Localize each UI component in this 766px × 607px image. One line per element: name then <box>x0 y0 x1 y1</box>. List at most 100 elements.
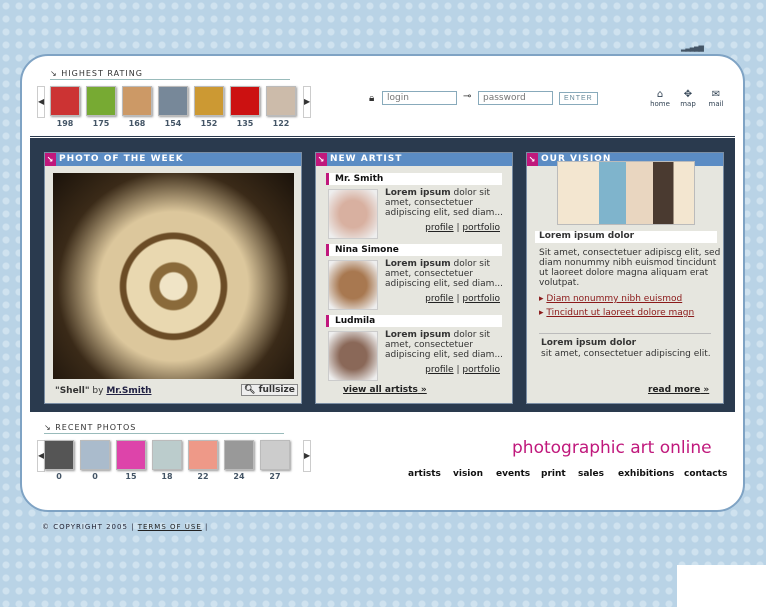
map-icon: ✥ <box>683 89 693 100</box>
signal-bars-icon: ▂▃▄▅▆ <box>681 44 704 52</box>
read-more-text: read more <box>648 385 701 395</box>
rated-photo-thumb[interactable] <box>158 86 188 116</box>
vision-link-1[interactable]: ▸ Diam nonummy nibh euismod <box>539 294 682 304</box>
rated-photo-thumb[interactable] <box>122 86 152 116</box>
vision-link-2[interactable]: ▸ Tincidunt ut laoreet dolore magn <box>539 308 694 318</box>
recent-photo-thumb[interactable] <box>260 440 290 470</box>
artist-avatar[interactable] <box>328 331 378 381</box>
new-artist-header: ↘ NEW ARTIST <box>316 153 512 166</box>
nav-vision[interactable]: vision <box>453 469 483 479</box>
nav-contacts[interactable]: contacts <box>684 469 727 479</box>
artist-name: Ludmila <box>326 315 502 327</box>
recent-photo-thumb[interactable] <box>116 440 146 470</box>
recent-photo-thumb[interactable] <box>152 440 182 470</box>
featured-photo[interactable] <box>53 173 294 379</box>
rating-count: 122 <box>272 119 290 128</box>
footer-separator: | <box>204 523 209 531</box>
rated-photo-thumb[interactable] <box>194 86 224 116</box>
highest-rating-text: HIGHEST RATING <box>61 69 143 78</box>
content-band: ↘ PHOTO OF THE WEEK "Shell" by Mr.Smith 🔍… <box>30 135 735 412</box>
highest-prev-button[interactable]: ◀ <box>37 86 45 118</box>
recent-photos-text: RECENT PHOTOS <box>55 423 137 432</box>
nav-print[interactable]: print <box>541 469 566 479</box>
artist-avatar[interactable] <box>328 260 378 310</box>
artist-bold: Lorem ipsum <box>385 188 451 198</box>
login-input[interactable] <box>382 91 457 105</box>
artist-name: Nina Simone <box>326 244 502 256</box>
rating-count: 135 <box>236 119 254 128</box>
nav-exhibitions[interactable]: exhibitions <box>618 469 674 479</box>
photo-title: "Shell" <box>55 386 90 396</box>
artist-bold: Lorem ipsum <box>385 259 451 269</box>
recent-photo-count: 24 <box>233 472 245 481</box>
author-link[interactable]: Mr.Smith <box>106 386 151 396</box>
artist-links: profile | portfolio <box>425 294 500 304</box>
arrow-icon: ↘ <box>527 153 538 166</box>
artist-description: Lorem ipsum dolor sit amet, consectetuer… <box>385 330 505 360</box>
password-input[interactable] <box>478 91 553 105</box>
artist-description: Lorem ipsum dolor sit amet, consectetuer… <box>385 259 505 289</box>
vision-body: Sit amet, consectetuer adipiscg elit, se… <box>539 248 721 288</box>
recent-photo-count: 0 <box>92 472 98 481</box>
read-more-link[interactable]: read more » <box>648 385 709 395</box>
nav-sales[interactable]: sales <box>578 469 604 479</box>
photo-caption: "Shell" by Mr.Smith <box>55 386 152 396</box>
home-icon: ⌂ <box>656 89 664 100</box>
enter-button[interactable]: ENTER <box>559 92 598 105</box>
profile-link[interactable]: profile <box>425 365 453 375</box>
portfolio-link[interactable]: portfolio <box>462 294 500 304</box>
portfolio-link[interactable]: portfolio <box>462 223 500 233</box>
recent-photo-count: 27 <box>269 472 281 481</box>
rated-photo-thumb[interactable] <box>50 86 80 116</box>
photo-of-week-title: PHOTO OF THE WEEK <box>59 154 184 164</box>
mail-icon: ✉ <box>711 89 721 100</box>
view-all-artists-link[interactable]: view all artists » <box>343 385 427 395</box>
recent-next-button[interactable]: ▶ <box>303 440 311 472</box>
zoom-icon: 🔍︎ <box>244 385 256 395</box>
fullsize-button[interactable]: 🔍︎ fullsize <box>241 384 298 396</box>
vision-heading-2: Lorem ipsum dolor <box>541 338 637 348</box>
our-vision-panel: ↘ OUR VISION Lorem ipsum dolor Sit amet, … <box>526 152 724 404</box>
portfolio-link[interactable]: portfolio <box>462 365 500 375</box>
home-button[interactable]: ⌂ home <box>647 89 673 108</box>
profile-link[interactable]: profile <box>425 294 453 304</box>
artist-links: profile | portfolio <box>425 365 500 375</box>
recent-photo-thumb[interactable] <box>44 440 74 470</box>
recent-photos-label: ↘ RECENT PHOTOS <box>44 423 284 434</box>
recent-photo-count: 0 <box>56 472 62 481</box>
artist-description: Lorem ipsum dolor sit amet, consectetuer… <box>385 188 505 218</box>
rating-count: 154 <box>164 119 182 128</box>
photo-of-week-panel: ↘ PHOTO OF THE WEEK "Shell" by Mr.Smith 🔍… <box>44 152 302 404</box>
rated-photo-thumb[interactable] <box>86 86 116 116</box>
lock-icon: 🔒︎ <box>369 93 375 104</box>
highest-rating-label: ↘ HIGHEST RATING <box>50 69 290 80</box>
profile-link[interactable]: profile <box>425 223 453 233</box>
rated-photo-thumb[interactable] <box>266 86 296 116</box>
artist-bold: Lorem ipsum <box>385 330 451 340</box>
artist-avatar[interactable] <box>328 189 378 239</box>
vision-link-1-text[interactable]: Diam nonummy nibh euismod <box>546 294 682 304</box>
icon-label: mail <box>708 100 724 108</box>
by-text: by <box>92 386 104 396</box>
icon-label: home <box>650 100 670 108</box>
rating-count: 152 <box>200 119 218 128</box>
terms-of-use-link[interactable]: TERMS OF USE <box>138 523 202 531</box>
rating-count: 198 <box>56 119 74 128</box>
highest-next-button[interactable]: ▶ <box>303 86 311 118</box>
arrow-icon: ↘ <box>316 153 327 166</box>
recent-photo-thumb[interactable] <box>224 440 254 470</box>
recent-photo-thumb[interactable] <box>80 440 110 470</box>
vision-link-2-text[interactable]: Tincidunt ut laoreet dolore magn <box>546 308 694 318</box>
rated-photo-thumb[interactable] <box>230 86 260 116</box>
brand-logo-text: photographic art online <box>512 438 712 458</box>
footer: © COPYRIGHT 2005 | TERMS OF USE | <box>42 523 208 531</box>
recent-photo-thumb[interactable] <box>188 440 218 470</box>
recent-photo-count: 18 <box>161 472 173 481</box>
map-button[interactable]: ✥ map <box>675 89 701 108</box>
vision-heading: Lorem ipsum dolor <box>535 231 717 243</box>
mail-button[interactable]: ✉ mail <box>703 89 729 108</box>
nav-events[interactable]: events <box>496 469 530 479</box>
rating-count: 175 <box>92 119 110 128</box>
new-artist-panel: ↘ NEW ARTIST Mr. Smith Lorem ipsum dolor … <box>315 152 513 404</box>
nav-artists[interactable]: artists <box>408 469 441 479</box>
